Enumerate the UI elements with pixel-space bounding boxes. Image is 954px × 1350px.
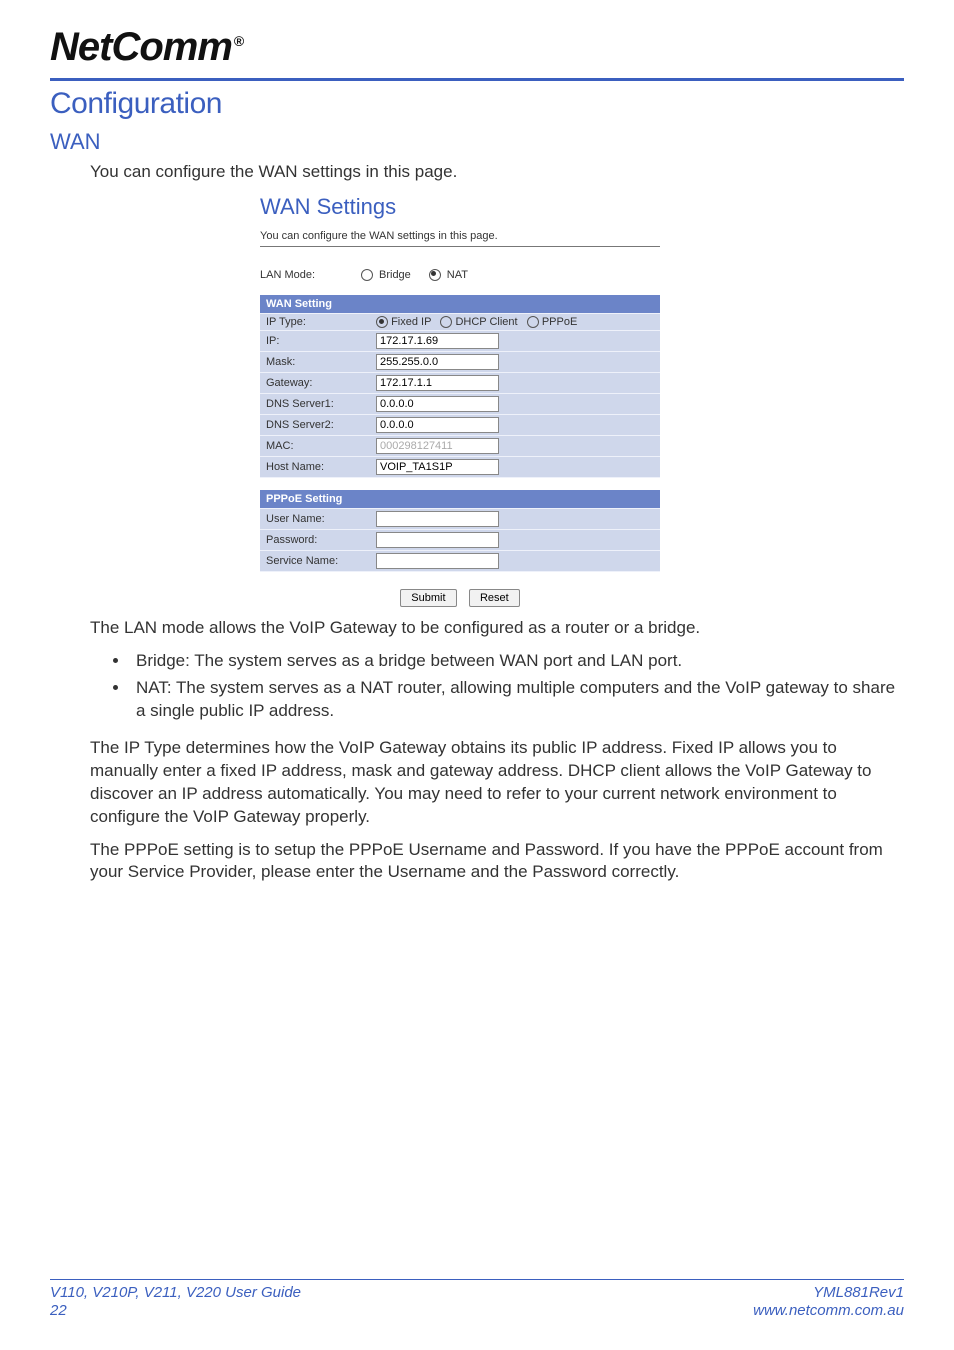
radio-dhcp[interactable] (440, 316, 452, 328)
radio-pppoe[interactable] (527, 316, 539, 328)
ip-type-cell: Fixed IP DHCP Client PPPoE (370, 313, 660, 330)
radio-nat-label: NAT (447, 269, 468, 281)
dns2-label: DNS Server2: (260, 415, 370, 436)
footer-revision: YML881Rev1 (753, 1284, 904, 1302)
dns1-input[interactable] (376, 396, 499, 412)
wan-settings-title: WAN Settings (260, 194, 660, 220)
host-input[interactable] (376, 459, 499, 475)
bullet-nat: NAT: The system serves as a NAT router, … (130, 677, 904, 723)
radio-fixed-ip[interactable] (376, 316, 388, 328)
mac-label: MAC: (260, 436, 370, 457)
wan-setting-table: WAN Setting IP Type: Fixed IP DHCP Clien… (260, 295, 660, 478)
footer-right: YML881Rev1 www.netcomm.com.au (753, 1284, 904, 1320)
pppoe-user-label: User Name: (260, 509, 370, 530)
pppoe-setting-header: PPPoE Setting (260, 490, 660, 509)
dns1-label: DNS Server1: (260, 394, 370, 415)
pppoe-user-input[interactable] (376, 511, 499, 527)
lan-mode-row: LAN Mode: Bridge NAT (260, 269, 660, 281)
footer-url: www.netcomm.com.au (753, 1302, 904, 1320)
mask-input[interactable] (376, 354, 499, 370)
ip-type-description: The IP Type determines how the VoIP Gate… (90, 737, 904, 829)
button-row: Submit Reset (260, 588, 660, 607)
ip-type-label: IP Type: (260, 313, 370, 330)
ip-input[interactable] (376, 333, 499, 349)
lan-mode-label: LAN Mode: (260, 269, 355, 281)
wan-settings-screenshot: WAN Settings You can configure the WAN s… (260, 194, 660, 607)
footer-left: V110, V210P, V211, V220 User Guide 22 (50, 1284, 301, 1320)
registered-mark: ® (234, 33, 243, 49)
radio-bridge-label: Bridge (379, 269, 411, 281)
footer-page-number: 22 (50, 1302, 301, 1320)
pppoe-service-label: Service Name: (260, 551, 370, 572)
brand-name: NetComm (50, 25, 232, 69)
intro-text: You can configure the WAN settings in th… (90, 161, 904, 184)
radio-dhcp-label: DHCP Client (455, 316, 517, 328)
footer-guide-title: V110, V210P, V211, V220 User Guide (50, 1284, 301, 1302)
mac-input (376, 438, 499, 454)
radio-bridge[interactable] (361, 269, 373, 281)
dns2-input[interactable] (376, 417, 499, 433)
mask-label: Mask: (260, 352, 370, 373)
wan-settings-subtitle: You can configure the WAN settings in th… (260, 230, 660, 242)
brand-logo: NetComm® (50, 25, 904, 70)
submit-button[interactable]: Submit (400, 589, 456, 607)
ip-label: IP: (260, 331, 370, 352)
section-heading-wan: WAN (50, 129, 904, 155)
radio-fixed-ip-label: Fixed IP (391, 316, 431, 328)
bullet-bridge: Bridge: The system serves as a bridge be… (130, 650, 904, 673)
wan-setting-header: WAN Setting (260, 295, 660, 314)
pppoe-pass-input[interactable] (376, 532, 499, 548)
gateway-input[interactable] (376, 375, 499, 391)
pppoe-setting-table: PPPoE Setting User Name: Password: Servi… (260, 490, 660, 572)
host-label: Host Name: (260, 457, 370, 478)
radio-nat[interactable] (429, 269, 441, 281)
pppoe-pass-label: Password: (260, 530, 370, 551)
pppoe-description: The PPPoE setting is to setup the PPPoE … (90, 839, 904, 885)
page-footer: V110, V210P, V211, V220 User Guide 22 YM… (50, 1279, 904, 1320)
footer-rule (50, 1279, 904, 1280)
mode-bullet-list: Bridge: The system serves as a bridge be… (50, 650, 904, 723)
radio-pppoe-label: PPPoE (542, 316, 577, 328)
gateway-label: Gateway: (260, 373, 370, 394)
lan-mode-description: The LAN mode allows the VoIP Gateway to … (90, 617, 904, 640)
reset-button[interactable]: Reset (469, 589, 520, 607)
header-rule (50, 78, 904, 81)
wan-settings-divider (260, 246, 660, 247)
page: NetComm® Configuration WAN You can confi… (0, 0, 954, 1350)
page-title: Configuration (50, 87, 904, 121)
pppoe-service-input[interactable] (376, 553, 499, 569)
